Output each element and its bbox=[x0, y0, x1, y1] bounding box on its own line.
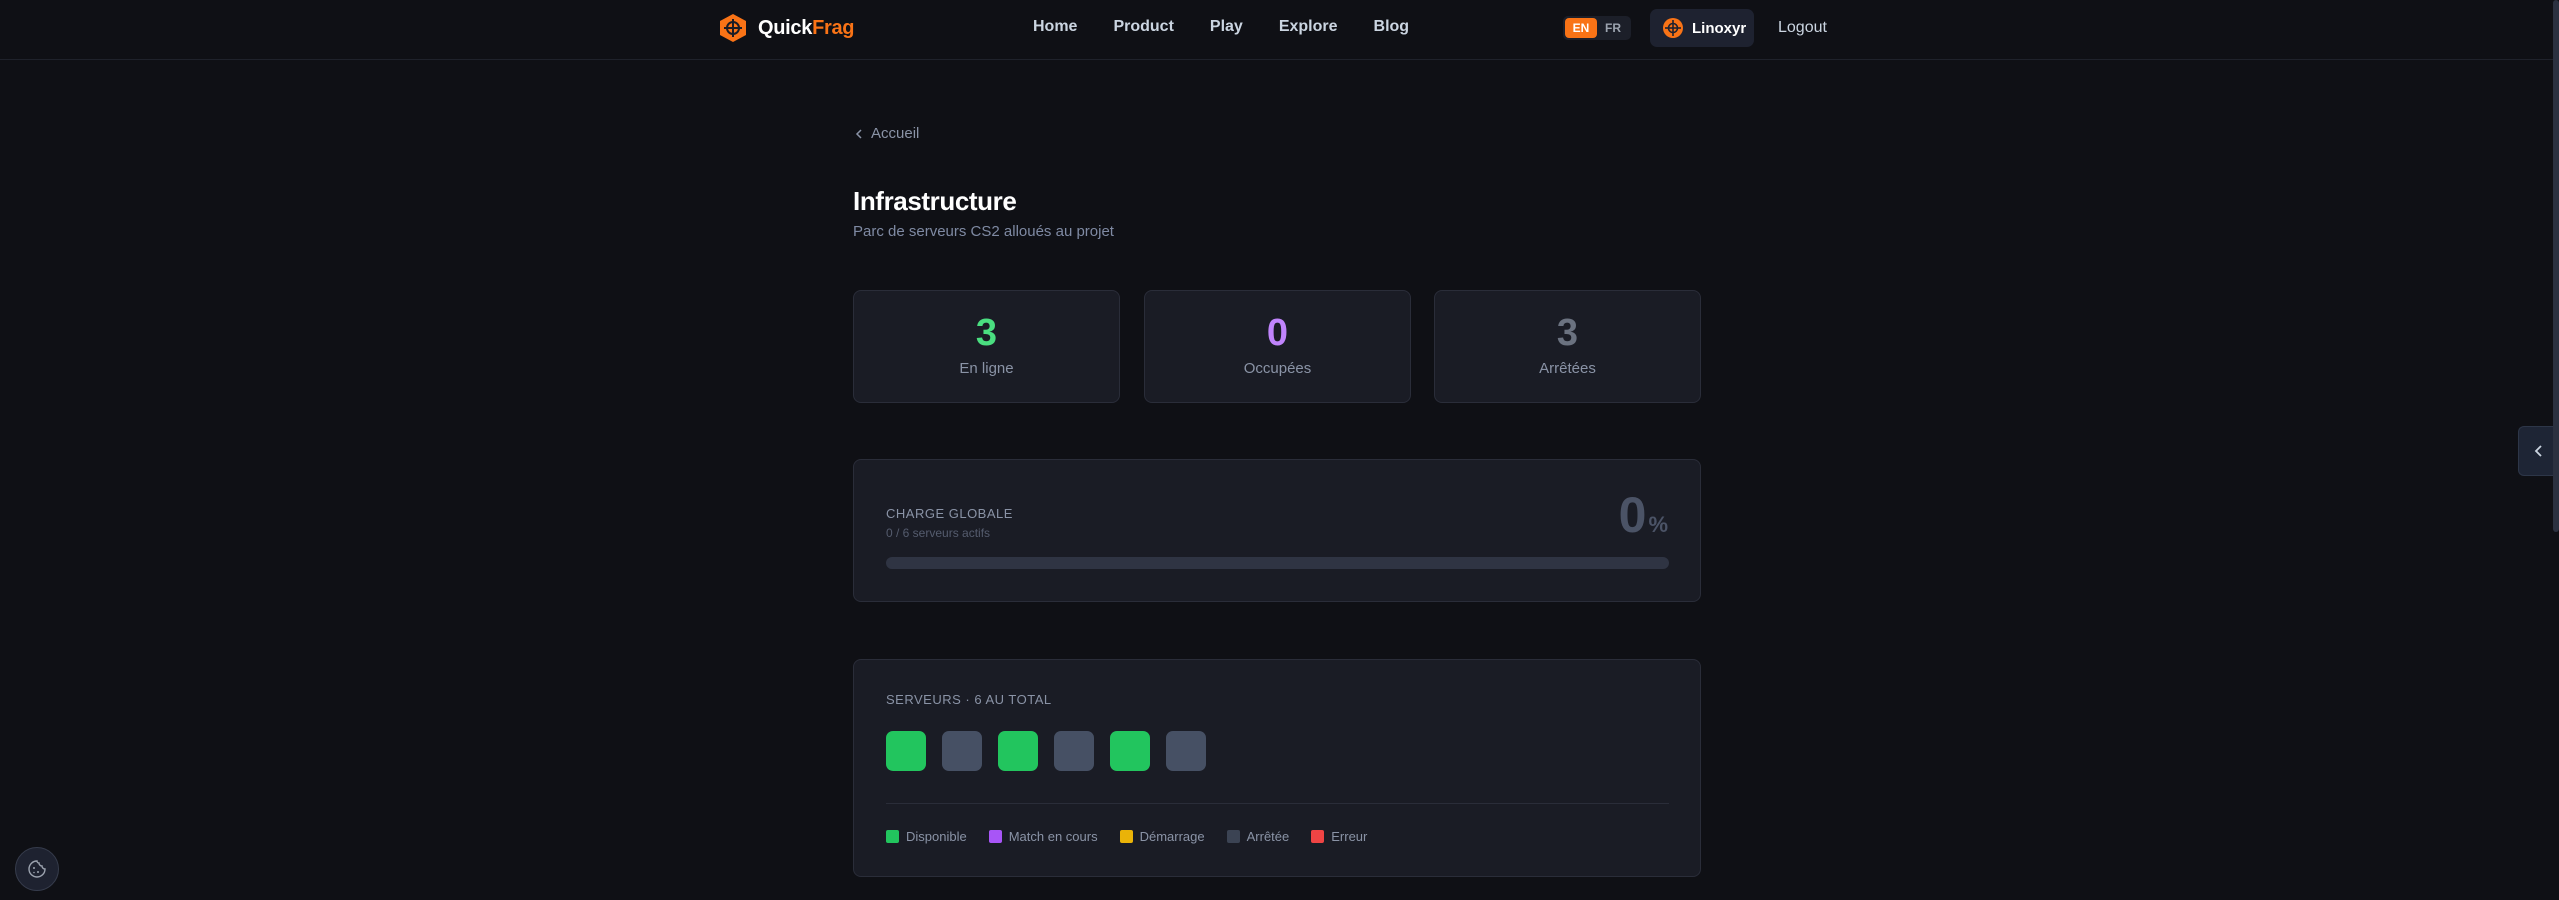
legend-item-available: Disponible bbox=[886, 829, 967, 844]
brand-name: QuickFrag bbox=[758, 16, 855, 40]
brand-logo-link[interactable]: QuickFrag bbox=[718, 12, 855, 44]
scrollbar[interactable] bbox=[2553, 0, 2559, 532]
stat-card-online: 3 En ligne bbox=[853, 290, 1120, 403]
server-grid bbox=[886, 731, 1206, 771]
chevron-left-icon bbox=[855, 128, 862, 139]
stat-value-online: 3 bbox=[975, 312, 998, 354]
stat-card-busy: 0 Occupées bbox=[1144, 290, 1411, 403]
lang-en-button[interactable]: EN bbox=[1565, 18, 1597, 38]
nav-link-blog[interactable]: Blog bbox=[1374, 18, 1410, 36]
legend-item-error: Erreur bbox=[1311, 829, 1367, 844]
back-link-label: Accueil bbox=[871, 125, 920, 142]
legend-item-in-match: Match en cours bbox=[988, 829, 1098, 844]
lang-fr-button[interactable]: FR bbox=[1597, 18, 1629, 38]
legend-label: Match en cours bbox=[1008, 829, 1098, 844]
avatar bbox=[1663, 18, 1683, 38]
nav-link-product[interactable]: Product bbox=[1113, 18, 1173, 36]
username: Linoxyr bbox=[1692, 19, 1747, 37]
legend-swatch bbox=[1119, 830, 1133, 843]
load-progress-bar bbox=[886, 557, 1669, 569]
page-title: Infrastructure bbox=[853, 186, 1017, 216]
nav-link-play[interactable]: Play bbox=[1210, 18, 1243, 36]
stat-label-stopped: Arrêtées bbox=[1539, 360, 1596, 377]
nav-link-home[interactable]: Home bbox=[1033, 18, 1077, 36]
page-subtitle: Parc de serveurs CS2 alloués au projet bbox=[853, 223, 1114, 240]
side-panel-toggle[interactable] bbox=[2518, 426, 2558, 476]
server-tile-4[interactable] bbox=[1054, 731, 1094, 771]
stat-card-stopped: 3 Arrêtées bbox=[1434, 290, 1701, 403]
legend-swatch bbox=[988, 830, 1002, 843]
quickfrag-logo-icon bbox=[720, 14, 746, 42]
load-unit: % bbox=[1648, 512, 1668, 537]
chevron-left-icon bbox=[2534, 445, 2542, 457]
servers-card: SERVEURS · 6 AU TOTAL Disponible Match e… bbox=[853, 659, 1701, 877]
global-load-card: CHARGE GLOBALE 0 / 6 serveurs actifs 0 % bbox=[853, 459, 1701, 602]
stat-label-busy: Occupées bbox=[1243, 360, 1312, 377]
server-tile-3[interactable] bbox=[998, 731, 1038, 771]
brand-name-part2: Frag bbox=[812, 16, 855, 39]
cookie-settings-button[interactable] bbox=[15, 847, 59, 891]
legend-swatch bbox=[1226, 830, 1240, 843]
stat-value-stopped: 3 bbox=[1556, 312, 1579, 354]
logout-button[interactable]: Logout bbox=[1778, 19, 1827, 37]
legend-label: Erreur bbox=[1331, 829, 1368, 844]
status-legend: Disponible Match en cours Démarrage Arrê… bbox=[886, 829, 1367, 844]
server-tile-2[interactable] bbox=[942, 731, 982, 771]
legend-label: Disponible bbox=[906, 829, 967, 844]
brand-name-part1: Quick bbox=[758, 16, 813, 39]
servers-title: SERVEURS · 6 AU TOTAL bbox=[886, 692, 1052, 707]
load-value: 0 bbox=[1618, 487, 1647, 543]
divider bbox=[886, 803, 1669, 804]
top-navbar: QuickFrag Home Product Play Explore Blog… bbox=[0, 0, 2559, 60]
user-menu-button[interactable]: Linoxyr bbox=[1650, 9, 1754, 47]
server-tile-5[interactable] bbox=[1110, 731, 1150, 771]
legend-item-starting: Démarrage bbox=[1119, 829, 1205, 844]
legend-label: Arrêtée bbox=[1246, 829, 1290, 844]
legend-swatch bbox=[886, 830, 899, 843]
legend-swatch bbox=[1311, 830, 1325, 843]
back-link[interactable]: Accueil bbox=[853, 125, 919, 142]
language-switcher: EN FR bbox=[1563, 16, 1631, 40]
legend-label: Démarrage bbox=[1139, 829, 1205, 844]
load-percentage: 0 % bbox=[1619, 490, 1668, 540]
cookie-icon bbox=[28, 860, 46, 878]
stat-label-online: En ligne bbox=[959, 360, 1014, 377]
main-nav: Home Product Play Explore Blog bbox=[1033, 18, 1409, 36]
server-tile-6[interactable] bbox=[1166, 731, 1206, 771]
server-tile-1[interactable] bbox=[886, 731, 926, 771]
stat-value-busy: 0 bbox=[1266, 312, 1289, 354]
load-subtitle: 0 / 6 serveurs actifs bbox=[886, 526, 991, 540]
load-title: CHARGE GLOBALE bbox=[886, 506, 1013, 521]
nav-link-explore[interactable]: Explore bbox=[1279, 18, 1338, 36]
legend-item-stopped: Arrêtée bbox=[1226, 829, 1290, 844]
